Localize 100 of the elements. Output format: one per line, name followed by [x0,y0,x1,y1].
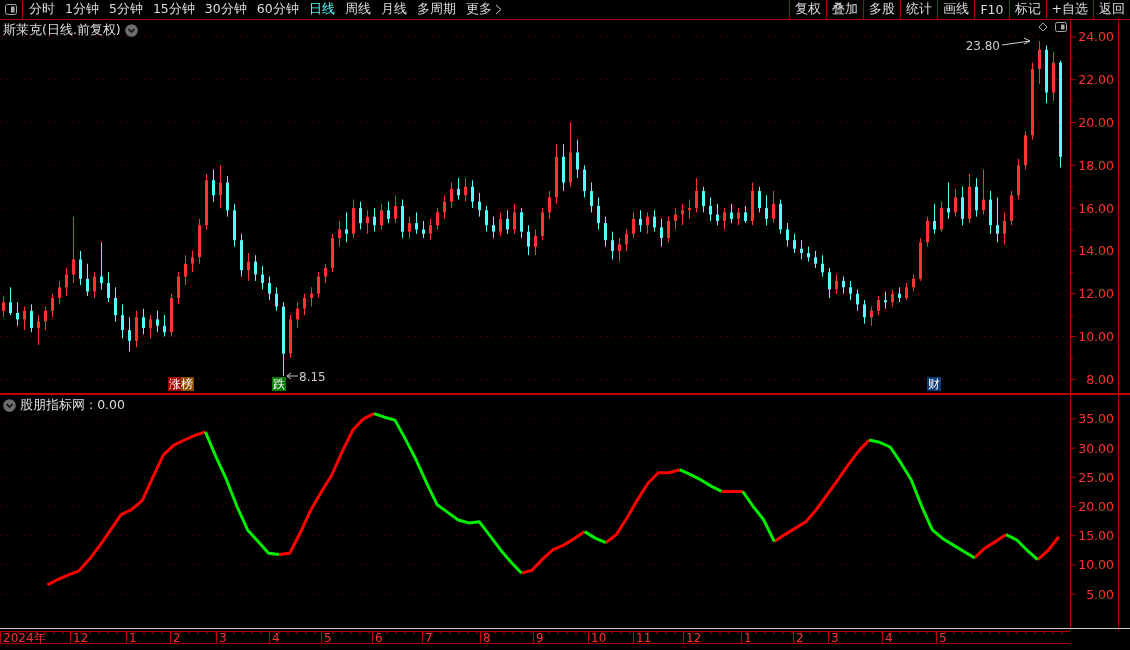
candlestick [268,276,271,301]
price-axis-label: 14.00 [1078,243,1114,259]
period-tab[interactable]: 分时 [29,1,55,18]
event-tag[interactable]: 涨榜 [168,377,194,391]
candlestick [527,224,530,256]
indicator-title: 股朋指标网 : 0.00 [20,397,125,414]
candlestick [65,267,68,297]
candlestick [485,205,488,233]
candlestick [443,194,446,220]
toolbar-button[interactable]: 多股 [863,0,901,19]
candlestick [947,181,950,220]
indicator-axis-label: 20.00 [1078,499,1114,515]
candlestick [520,207,523,239]
candlestick [723,207,726,230]
toolbar-button[interactable]: 统计 [900,0,938,19]
candlestick [464,177,467,203]
candlestick [296,301,299,329]
candlestick [37,314,40,346]
candlestick [415,211,418,235]
candlestick [492,216,495,239]
candlestick [79,250,82,286]
toolbar-button[interactable]: 叠加 [826,0,864,19]
candlestick [275,286,278,312]
period-tab[interactable]: 1分钟 [65,1,99,18]
candlestick [23,306,26,331]
indicator-axis-label: 35.00 [1078,411,1114,427]
diamond-icon[interactable] [1038,22,1048,32]
candlestick [996,196,999,243]
candlestick [709,196,712,222]
date-label: 5 [939,631,947,645]
candlestick [954,188,957,218]
candlestick [373,207,376,233]
candlestick [975,177,978,218]
toolbar-button[interactable]: 画线 [937,0,975,19]
price-label: 23.80 [965,39,1000,53]
toolbar-button[interactable]: 标记 [1008,0,1046,19]
date-label: 10 [591,631,607,645]
candlestick [317,271,320,299]
period-tab[interactable]: 60分钟 [256,1,299,18]
price-axis-label: 20.00 [1078,115,1114,130]
candlestick [821,254,824,278]
candlestick [44,306,47,331]
candlestick [142,308,145,335]
candlestick [856,288,859,312]
candlestick [940,201,943,233]
candlestick [436,207,439,230]
candlestick [800,239,803,260]
candlestick [114,286,117,323]
candlestick [835,273,838,295]
candlestick [156,310,159,333]
price-axis-label: 10.00 [1078,329,1114,344]
toolbar-button[interactable]: 返回 [1093,0,1130,19]
date-label: 4 [272,631,280,645]
event-tag[interactable]: 财 [927,377,941,391]
toolbar-button[interactable]: F10 [974,0,1009,19]
toolbar-button[interactable]: +自选 [1045,0,1093,19]
date-label: 12 [686,631,702,645]
candlestick [478,192,481,218]
candlestick [86,263,89,297]
candlestick [359,201,362,230]
indicator-axis-label: 15.00 [1078,528,1114,544]
candlestick [51,293,54,318]
event-tag[interactable]: 跌 [272,377,286,391]
period-tab[interactable]: 日线 [308,1,335,18]
toolbar-button[interactable]: 复权 [789,0,827,19]
candlestick [681,203,684,226]
candlestick [163,314,166,337]
candlestick [338,220,341,248]
candlestick [1038,40,1041,85]
panel-toggle-icon[interactable] [5,4,17,15]
period-tab[interactable]: 多周期 [416,1,456,18]
dropdown-icon[interactable] [124,24,138,37]
period-tab[interactable]: 5分钟 [108,1,143,18]
candlestick [870,306,873,327]
candlestick [247,252,250,282]
candlestick [982,169,985,216]
candlestick [366,209,369,235]
candlestick [646,211,649,235]
candlestick [933,203,936,235]
candlestick [345,211,348,243]
period-tab[interactable]: 更多 [465,1,502,18]
panel-toggle-icon[interactable] [1055,22,1067,32]
date-label: 2 [796,631,804,645]
indicator-axis-label: 10.00 [1078,557,1114,573]
period-tab[interactable]: 15分钟 [152,1,195,18]
candlestick [625,229,628,252]
candlestick [667,216,670,243]
chart-title: 斯莱克(日线.前复权) [3,22,121,39]
candlestick [961,186,964,226]
candlestick [674,207,677,230]
indicator-axis-label: 25.00 [1078,469,1114,485]
candlestick [100,241,103,290]
period-tab[interactable]: 月线 [380,1,407,18]
candlestick [618,237,621,263]
candlestick [177,271,180,305]
period-tab[interactable]: 周线 [344,1,371,18]
period-tab[interactable]: 30分钟 [204,1,247,18]
candlestick [128,316,131,352]
dropdown-icon[interactable] [3,399,16,412]
candlestick [254,254,257,282]
